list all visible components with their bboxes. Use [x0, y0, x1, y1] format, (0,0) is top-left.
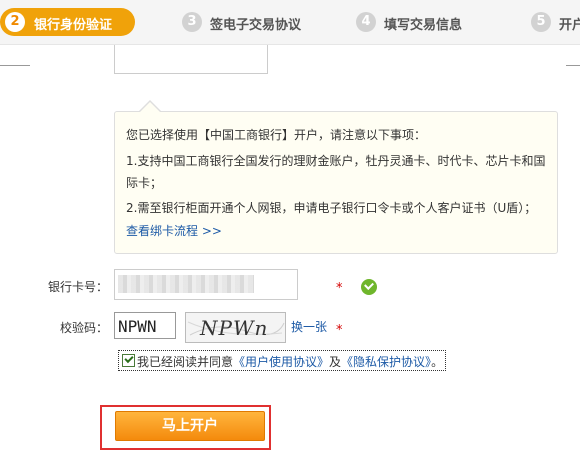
captcha-label: 校验码： [60, 321, 109, 335]
step-bank-verify: 2 银行身份验证 [0, 8, 135, 36]
agreement-conjunction: 及 [329, 355, 342, 369]
agree-checkbox[interactable] [122, 354, 135, 367]
captcha-input[interactable]: NPWN [114, 312, 176, 339]
agreement-suffix: 。 [431, 355, 444, 369]
refresh-captcha-link[interactable]: 换一张 [291, 318, 327, 335]
valid-check-icon [361, 279, 377, 295]
step-number: 3 [182, 12, 202, 32]
bind-card-process-link[interactable]: 查看绑卡流程 >> [126, 224, 222, 238]
open-account-button[interactable]: 马上开户 [115, 411, 265, 441]
agreement-text: 我已经阅读并同意《用户使用协议》及《隐私保护协议》。 [137, 353, 443, 370]
divider [566, 65, 580, 66]
privacy-policy-link[interactable]: 《隐私保护协议》 [341, 355, 431, 369]
required-mark: * [336, 323, 343, 338]
bank-select-box[interactable] [114, 45, 268, 74]
step-label: 签电子交易协议 [210, 18, 302, 33]
captcha-image: NPWn [185, 312, 286, 343]
card-number-label: 银行卡号： [48, 280, 109, 294]
step-progress-bar: 2 银行身份验证 3 签电子交易协议 4 填写交易信息 5 开户 [0, 0, 580, 45]
card-number-input[interactable] [114, 269, 298, 300]
notice-line: 际卡； [126, 176, 163, 190]
notice-line: 1.支持中国工商银行全国发行的理财金账户，牡丹灵通卡、时代卡、芯片卡和国 [126, 154, 546, 168]
agreement-row: 我已经阅读并同意《用户使用协议》及《隐私保护协议》。 [118, 350, 446, 371]
user-agreement-link[interactable]: 《用户使用协议》 [233, 355, 329, 369]
step-label: 填写交易信息 [384, 18, 463, 33]
step-number: 2 [5, 12, 25, 32]
card-number-masked [118, 275, 254, 293]
notice-box: 您已选择使用【中国工商银行】开户，请注意以下事项： 1.支持中国工商银行全国发行… [114, 111, 558, 254]
captcha-text: NPWn [199, 316, 268, 340]
agreement-prefix: 我已经阅读并同意 [137, 355, 234, 369]
step-number: 4 [356, 12, 376, 32]
divider [0, 65, 30, 66]
notice-line: 您已选择使用【中国工商银行】开户，请注意以下事项： [126, 128, 427, 142]
step-number: 5 [531, 12, 551, 32]
step-label: 开户 [559, 18, 580, 33]
notice-line: 2.需至银行柜面开通个人网银，申请电子银行口令卡或个人客户证书（U盾）； [126, 201, 537, 215]
required-mark: * [336, 281, 343, 296]
notice-arrow-fill [139, 102, 161, 113]
step-label: 银行身份验证 [34, 18, 113, 33]
